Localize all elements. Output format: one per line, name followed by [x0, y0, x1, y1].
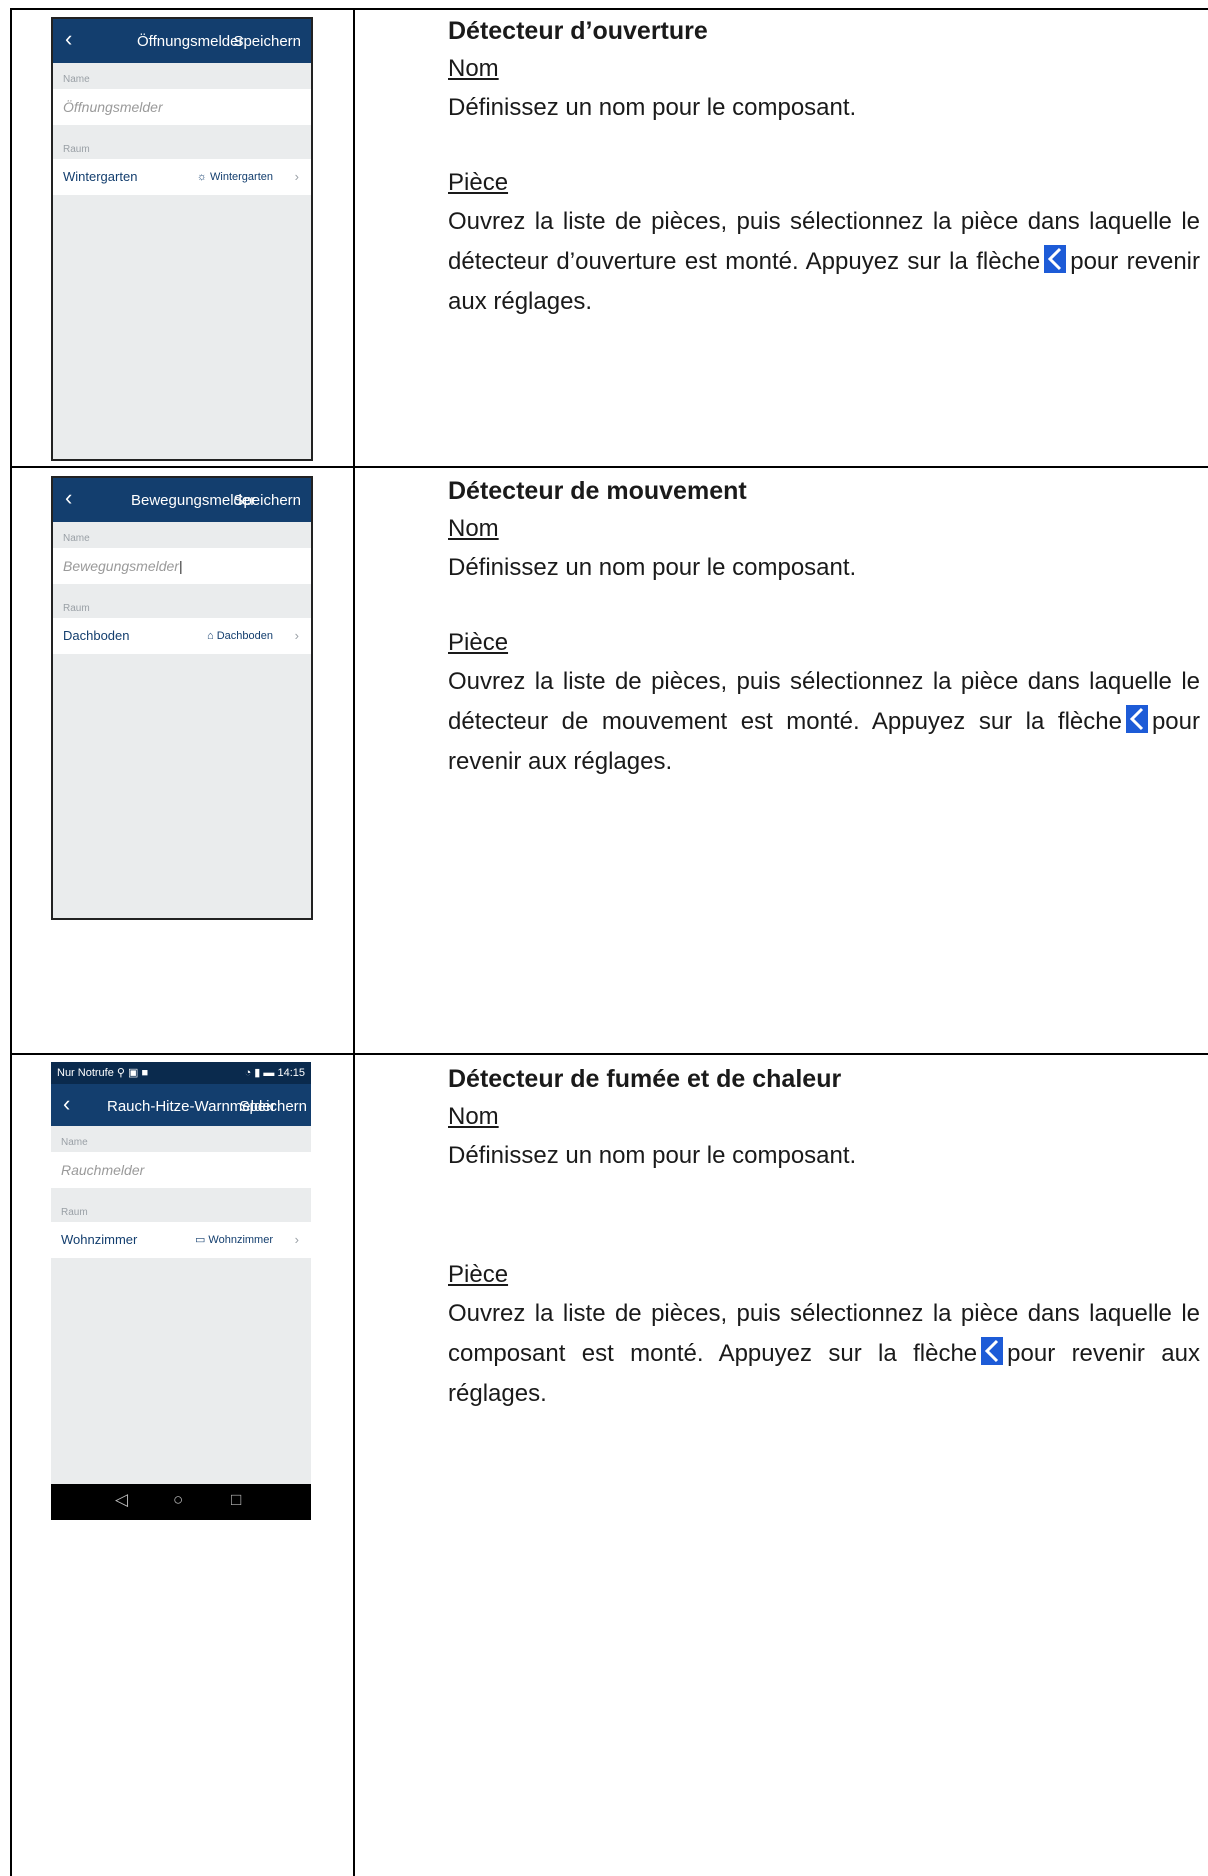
table-row-divider — [10, 466, 1208, 468]
status-bar: Nur Notrufe ⚲ ▣ ■ ◔ ▮ ▬ 14:15 — [51, 1062, 311, 1084]
room-selector[interactable]: Wohnzimmer ▭ Wohnzimmer › — [51, 1222, 311, 1258]
room-value-text: Dachboden — [216, 630, 273, 642]
back-arrow-icon[interactable]: ‹ — [65, 485, 72, 511]
piece-heading: Pièce — [448, 1261, 509, 1288]
attic-icon: ⌂ — [207, 630, 217, 642]
name-input[interactable]: Rauchmelder — [51, 1152, 311, 1188]
wifi-battery-icons: ◔ ▮ ▬ — [244, 1067, 278, 1079]
chevron-right-icon: › — [294, 169, 299, 184]
piece-text: Ouvrez la liste de pièces, puis sélectio… — [448, 1294, 1200, 1414]
room-row-label: Dachboden — [63, 628, 130, 643]
room-value-text: Wintergarten — [210, 171, 273, 183]
table-border-top — [10, 8, 1208, 10]
chevron-right-icon: › — [294, 628, 299, 643]
save-button[interactable]: Speichern — [233, 492, 301, 509]
name-input[interactable]: Bewegungsmelder| — [53, 548, 311, 584]
back-arrow-icon[interactable]: ‹ — [63, 1091, 70, 1117]
name-label: Name — [63, 74, 90, 85]
room-value: ⌂ Dachboden — [207, 618, 273, 654]
status-time-text: 14:15 — [277, 1067, 305, 1079]
status-icons: ⚲ ▣ ■ — [116, 1067, 149, 1079]
nom-heading: Nom — [448, 55, 499, 82]
app-bar: ‹ Bewegungsmelder Speichern — [53, 478, 311, 522]
piece-heading: Pièce — [448, 629, 509, 656]
room-label: Raum — [61, 1207, 88, 1218]
section-motion-detector: Détecteur de mouvement Nom Définissez un… — [440, 474, 1208, 782]
sofa-icon: ▭ — [194, 1234, 209, 1246]
section-opening-detector: Détecteur d’ouverture Nom Définissez un … — [440, 14, 1208, 322]
room-label: Raum — [63, 144, 90, 155]
section-title: Détecteur de fumée et de chaleur — [448, 1065, 842, 1093]
room-selector[interactable]: Wintergarten ☼ Wintergarten › — [53, 159, 311, 195]
text-cursor: | — [178, 558, 183, 574]
nom-heading: Nom — [448, 1103, 499, 1130]
back-arrow-icon[interactable]: ‹ — [65, 26, 72, 52]
piece-text: Ouvrez la liste de pièces, puis sélectio… — [448, 662, 1200, 782]
piece-text-before: Ouvrez la liste de pièces, puis sélectio… — [448, 668, 1200, 735]
app-bar: ‹ Rauch-Hitze-Warnmelder Speichern — [51, 1084, 311, 1126]
nom-heading: Nom — [448, 515, 499, 542]
phone-screenshot-smoke-detector: Nur Notrufe ⚲ ▣ ■ ◔ ▮ ▬ 14:15 ‹ Rauch-Hi… — [51, 1062, 311, 1520]
nom-text: Définissez un nom pour le composant. — [448, 1142, 857, 1169]
save-button[interactable]: Speichern — [239, 1098, 307, 1115]
nav-back-icon[interactable]: ◁ — [115, 1490, 128, 1510]
name-input[interactable]: Öffnungsmelder — [53, 89, 311, 125]
room-row-label: Wintergarten — [63, 169, 138, 184]
room-label: Raum — [63, 603, 90, 614]
table-border-left — [10, 8, 12, 1876]
phone-screenshot-motion-detector: ‹ Bewegungsmelder Speichern Name Bewegun… — [51, 476, 313, 920]
room-value-text: Wohnzimmer — [208, 1234, 273, 1246]
table-row-divider — [10, 1053, 1208, 1055]
room-value: ▭ Wohnzimmer — [195, 1222, 273, 1258]
chevron-right-icon: › — [294, 1232, 299, 1247]
room-value: ☼ Wintergarten — [197, 159, 273, 195]
room-selector[interactable]: Dachboden ⌂ Dachboden › — [53, 618, 311, 654]
sun-room-icon: ☼ — [196, 171, 211, 183]
android-navbar: ◁ ○ □ — [51, 1484, 311, 1520]
name-label: Name — [61, 1137, 88, 1148]
nav-recents-icon[interactable]: □ — [231, 1490, 241, 1510]
phone-screenshot-opening-detector: ‹ Öffnungsmelder Speichern Name Öffnungs… — [51, 17, 313, 461]
status-carrier: Nur Notrufe — [57, 1067, 114, 1079]
section-title: Détecteur d’ouverture — [448, 17, 708, 45]
room-row-label: Wohnzimmer — [61, 1232, 138, 1247]
back-arrow-icon — [981, 1337, 1004, 1365]
section-title: Détecteur de mouvement — [448, 477, 747, 505]
piece-text: Ouvrez la liste de pièces, puis sélectio… — [448, 202, 1200, 322]
section-smoke-detector: Détecteur de fumée et de chaleur Nom Déf… — [440, 1062, 1208, 1414]
back-arrow-icon — [1125, 705, 1148, 733]
name-label: Name — [63, 533, 90, 544]
nav-home-icon[interactable]: ○ — [173, 1490, 183, 1510]
piece-heading: Pièce — [448, 169, 509, 196]
nom-text: Définissez un nom pour le composant. — [448, 94, 857, 121]
back-arrow-icon — [1044, 245, 1067, 273]
screen-title: Öffnungsmelder — [137, 33, 244, 50]
nom-text: Définissez un nom pour le composant. — [448, 554, 857, 581]
name-input-value: Bewegungsmelder — [63, 558, 179, 574]
app-bar: ‹ Öffnungsmelder Speichern — [53, 19, 311, 63]
save-button[interactable]: Speichern — [233, 33, 301, 50]
status-time: ◔ ▮ ▬ 14:15 — [245, 1062, 305, 1084]
table-column-divider — [353, 8, 355, 1876]
